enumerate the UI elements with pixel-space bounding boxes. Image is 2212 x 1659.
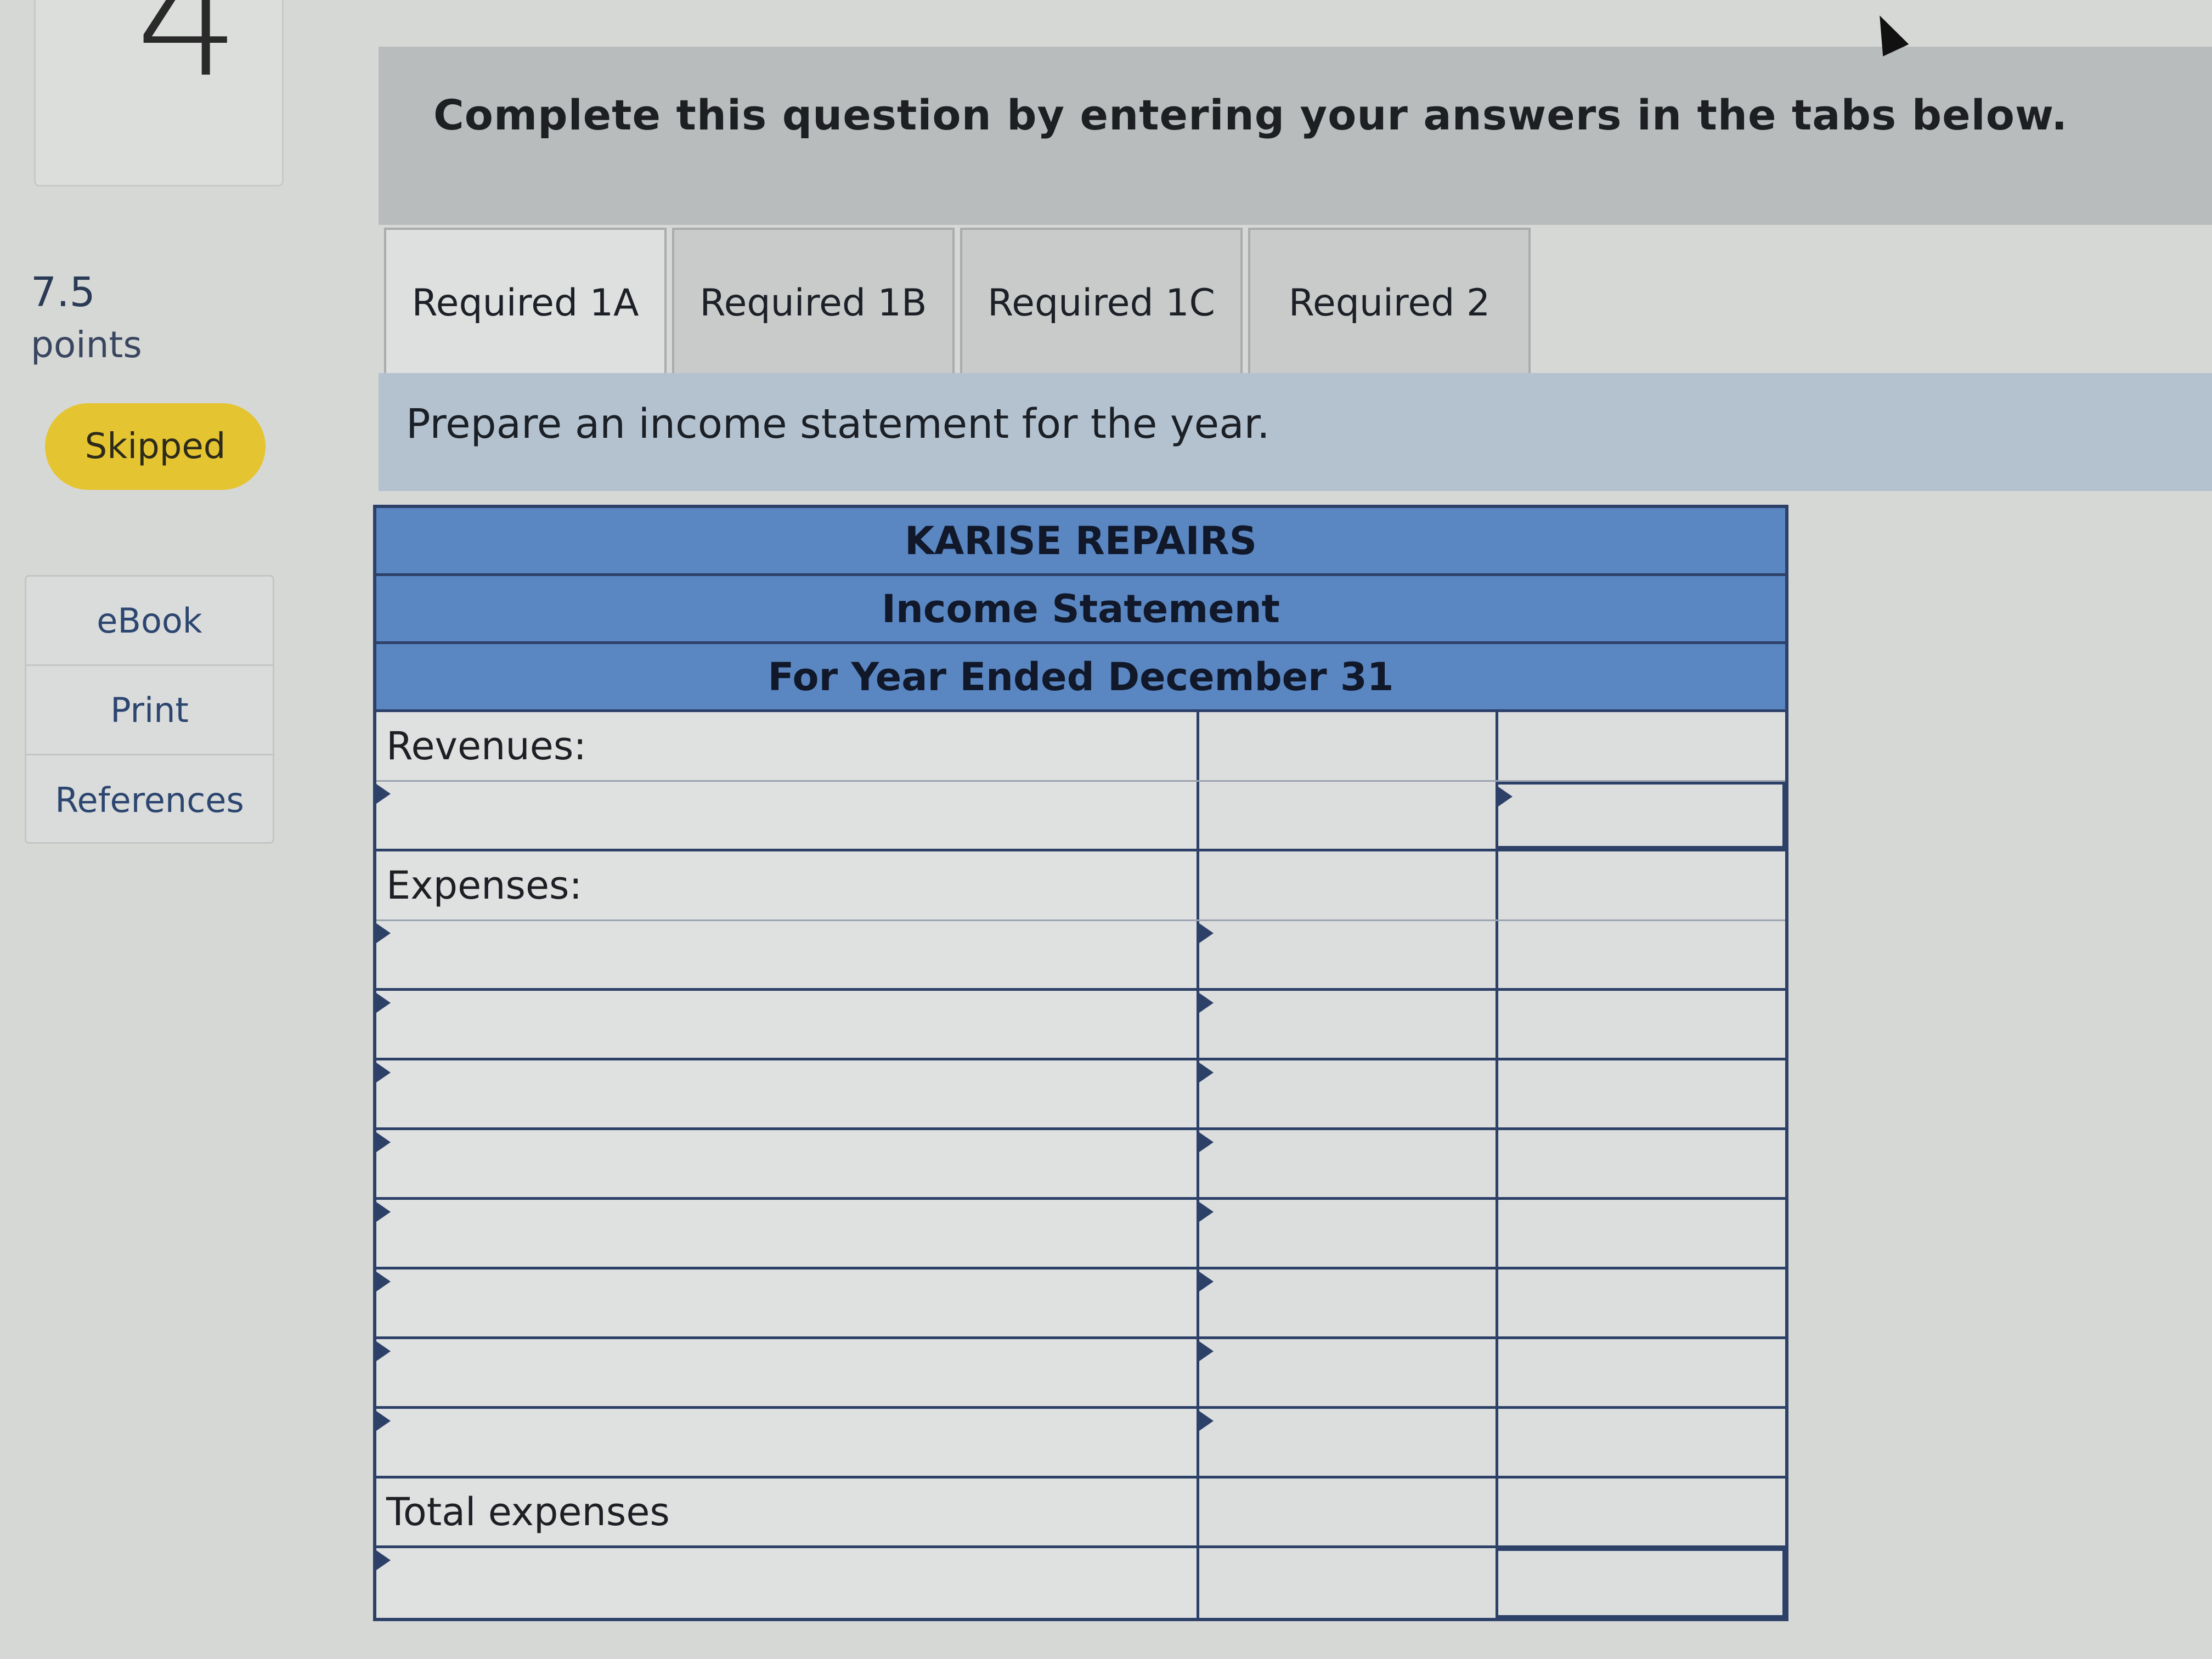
expense-account-dropdown[interactable] xyxy=(376,1339,1199,1406)
dropdown-marker-icon xyxy=(1199,993,1214,1013)
tab-required-1a[interactable]: Required 1A xyxy=(384,228,667,376)
expenses-heading-row: Expenses: xyxy=(376,851,1785,921)
net-income-amount xyxy=(1199,1548,1498,1618)
dropdown-marker-icon xyxy=(1199,1202,1214,1222)
expense-amount-input[interactable] xyxy=(1199,1269,1498,1336)
expense-amount-input[interactable] xyxy=(1199,1130,1498,1197)
dropdown-marker-icon xyxy=(1199,1272,1214,1291)
expense-account-dropdown[interactable] xyxy=(376,1200,1199,1267)
dropdown-marker-icon xyxy=(376,1272,391,1291)
expense-account-dropdown[interactable] xyxy=(376,921,1199,988)
expense-amount-input[interactable] xyxy=(1199,1339,1498,1406)
expenses-heading-amount xyxy=(1199,851,1498,919)
expense-input-row xyxy=(376,1200,1785,1269)
ebook-link[interactable]: eBook xyxy=(26,577,273,666)
tab-required-1b[interactable]: Required 1B xyxy=(672,228,955,376)
net-income-input[interactable] xyxy=(1498,1548,1785,1618)
prompt-text: Prepare an income statement for the year… xyxy=(406,400,1270,448)
total-expenses-label: Total expenses xyxy=(376,1479,1199,1545)
requirement-tabs: Required 1A Required 1B Required 1C Requ… xyxy=(384,228,1536,376)
dropdown-marker-icon xyxy=(376,784,391,804)
expense-total-cell xyxy=(1498,1339,1785,1406)
total-expenses-row: Total expenses xyxy=(376,1479,1785,1548)
dropdown-marker-icon xyxy=(1199,1132,1214,1152)
expense-account-dropdown[interactable] xyxy=(376,991,1199,1058)
references-link[interactable]: References xyxy=(26,755,273,845)
expense-amount-input[interactable] xyxy=(1199,1060,1498,1127)
expense-total-cell xyxy=(1498,1130,1785,1197)
dropdown-marker-icon xyxy=(376,993,391,1013)
points-value: 7.5 xyxy=(31,269,95,316)
expense-amount-input[interactable] xyxy=(1199,921,1498,988)
expense-total-cell xyxy=(1498,991,1785,1058)
revenue-input-row xyxy=(376,782,1785,851)
dropdown-marker-icon xyxy=(376,1202,391,1222)
instruction-text: Complete this question by entering your … xyxy=(433,91,2068,139)
expense-amount-input[interactable] xyxy=(1199,991,1498,1058)
dropdown-marker-icon xyxy=(376,1550,391,1570)
print-link[interactable]: Print xyxy=(26,666,273,755)
expenses-label: Expenses: xyxy=(376,851,1199,919)
dropdown-marker-icon xyxy=(376,923,391,943)
status-badge: Skipped xyxy=(45,403,266,490)
expense-input-row xyxy=(376,991,1785,1060)
revenues-heading-amount xyxy=(1199,712,1498,780)
dropdown-marker-icon xyxy=(1498,787,1513,806)
net-income-row xyxy=(376,1548,1785,1618)
question-number: 4 xyxy=(136,0,240,114)
dropdown-marker-icon xyxy=(1199,923,1214,943)
question-number-box: 4 xyxy=(34,0,284,187)
side-menu: eBook Print References xyxy=(25,575,274,844)
company-name: KARISE REPAIRS xyxy=(376,508,1785,576)
dropdown-marker-icon xyxy=(376,1341,391,1361)
expense-total-cell xyxy=(1498,1269,1785,1336)
expense-total-cell xyxy=(1498,921,1785,988)
dropdown-marker-icon xyxy=(376,1132,391,1152)
expense-input-row xyxy=(376,921,1785,991)
expense-account-dropdown[interactable] xyxy=(376,1060,1199,1127)
expense-input-row xyxy=(376,1409,1785,1479)
expense-account-dropdown[interactable] xyxy=(376,1269,1199,1336)
expense-input-row xyxy=(376,1339,1785,1409)
expense-total-cell xyxy=(1498,1200,1785,1267)
dropdown-marker-icon xyxy=(376,1411,391,1431)
revenue-account-dropdown[interactable] xyxy=(376,782,1199,849)
expense-amount-input[interactable] xyxy=(1199,1200,1498,1267)
expenses-heading-total xyxy=(1498,851,1785,919)
dropdown-marker-icon xyxy=(1199,1341,1214,1361)
revenues-heading-total xyxy=(1498,712,1785,780)
expense-amount-input[interactable] xyxy=(1199,1409,1498,1476)
dropdown-marker-icon xyxy=(376,1063,391,1082)
revenues-heading-row: Revenues: xyxy=(376,712,1785,782)
total-expenses-input[interactable] xyxy=(1498,1479,1785,1545)
net-income-dropdown[interactable] xyxy=(376,1548,1199,1618)
points-label: points xyxy=(31,324,142,366)
expense-total-cell xyxy=(1498,1060,1785,1127)
statement-title: Income Statement xyxy=(376,576,1785,644)
income-statement-table: KARISE REPAIRS Income Statement For Year… xyxy=(373,505,1788,1621)
expense-account-dropdown[interactable] xyxy=(376,1409,1199,1476)
tab-required-2[interactable]: Required 2 xyxy=(1248,228,1531,376)
statement-period: For Year Ended December 31 xyxy=(376,644,1785,712)
tab-required-1c[interactable]: Required 1C xyxy=(960,228,1243,376)
revenues-label: Revenues: xyxy=(376,712,1199,780)
revenue-amount-cell xyxy=(1199,782,1498,849)
expense-account-dropdown[interactable] xyxy=(376,1130,1199,1197)
expense-total-cell xyxy=(1498,1409,1785,1476)
total-expenses-amount xyxy=(1199,1479,1498,1545)
dropdown-marker-icon xyxy=(1199,1063,1214,1082)
dropdown-marker-icon xyxy=(1199,1411,1214,1431)
expense-input-row xyxy=(376,1269,1785,1339)
expense-input-row xyxy=(376,1130,1785,1200)
expense-input-row xyxy=(376,1060,1785,1130)
revenue-total-input[interactable] xyxy=(1498,782,1785,849)
